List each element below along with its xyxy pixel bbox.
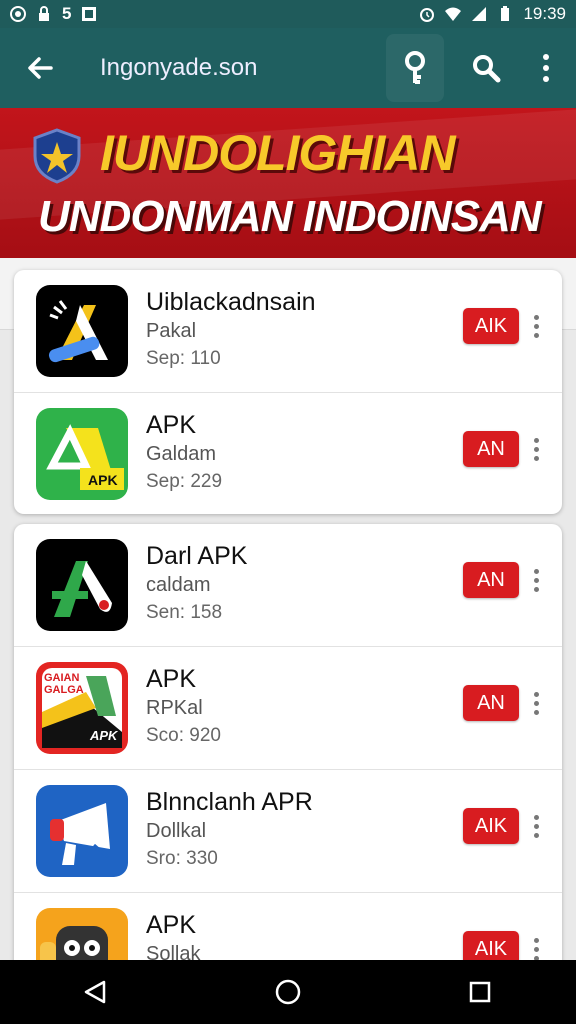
more-options-icon[interactable]	[526, 562, 546, 598]
list-item[interactable]: GAIAN GALGA APK APK RPKal Sco: 920 AN	[14, 647, 562, 770]
app-bar: Ingonyade.son	[0, 28, 576, 108]
megaphone-icon	[50, 803, 110, 865]
app-developer: Dollkal	[146, 820, 207, 842]
download-button[interactable]: AIK	[463, 308, 519, 344]
app-list-card-2: Darl APK caldam Sen: 158 AN GAIAN GALGA …	[14, 524, 562, 984]
app-developer: Galdam	[146, 443, 217, 465]
icon-text: GALGA	[44, 684, 84, 696]
key-button[interactable]	[386, 34, 444, 102]
whatsapp-icon	[10, 6, 26, 22]
lock-icon	[39, 6, 49, 21]
pen-ruler-icon	[48, 300, 108, 363]
app-icon	[36, 539, 128, 631]
app-list-card-1: Uiblackadnsain Pakal Sep: 110 AIK APK AP…	[14, 270, 562, 514]
more-options-icon[interactable]	[526, 808, 546, 844]
signal-icon	[472, 7, 487, 21]
notification-icon	[82, 7, 97, 21]
app-size: Sep: 110	[146, 348, 221, 369]
app-developer: RPKal	[146, 697, 203, 719]
more-options-icon[interactable]	[526, 685, 546, 721]
status-time: 19:39	[523, 4, 566, 23]
banner-subtitle: UNDONMAN INDOINSAN	[38, 192, 542, 241]
list-item[interactable]: Darl APK caldam Sen: 158 AN	[14, 524, 562, 647]
download-button[interactable]: AIK	[463, 808, 519, 844]
app-name: Uiblackadnsain	[146, 288, 316, 316]
app-name: APK	[146, 665, 197, 693]
download-button[interactable]: AN	[463, 685, 519, 721]
search-button[interactable]	[456, 28, 516, 108]
alarm-icon	[420, 8, 435, 22]
url-title[interactable]: Ingonyade.son	[80, 54, 386, 82]
more-vert-icon	[543, 54, 549, 82]
list-item[interactable]: Uiblackadnsain Pakal Sep: 110 AIK	[14, 270, 562, 393]
battery-icon	[501, 6, 510, 21]
app-size: Sco: 920	[146, 725, 221, 746]
system-nav-bar	[0, 960, 576, 1024]
download-button[interactable]: AN	[463, 562, 519, 598]
square-recents-icon	[469, 981, 491, 1003]
five-icon: 5	[62, 4, 72, 23]
key-icon	[405, 51, 425, 84]
nav-recents-button[interactable]	[450, 962, 510, 1022]
wifi-icon	[445, 7, 462, 21]
app-size: Sep: 229	[146, 471, 223, 492]
nav-back-button[interactable]	[66, 962, 126, 1022]
back-arrow-icon	[28, 57, 53, 79]
nav-home-button[interactable]	[258, 962, 318, 1022]
banner-title: IUNDOLIGHIAN	[100, 125, 456, 181]
app-icon	[36, 285, 128, 377]
app-name: APK	[146, 411, 197, 439]
app-icon	[36, 785, 128, 877]
list-item[interactable]: APK APK Galdam Sep: 229 AN	[14, 393, 562, 514]
app-name: APK	[146, 911, 197, 939]
triangle-back-icon	[84, 980, 106, 1004]
shield-icon	[33, 128, 81, 184]
app-developer: caldam	[146, 574, 211, 596]
a-letter-icon	[52, 561, 112, 617]
banner[interactable]: IUNDOLIGHIAN UNDONMAN INDOINSAN	[0, 108, 576, 258]
list-item[interactable]: Blnnclanh APR Dollkal Sro: 330 AIK	[14, 770, 562, 893]
download-button[interactable]: AN	[463, 431, 519, 467]
app-name: Blnnclanh APR	[146, 788, 313, 816]
more-options-icon[interactable]	[526, 431, 546, 467]
circle-home-icon	[275, 979, 301, 1005]
back-button[interactable]	[0, 28, 80, 108]
more-options-icon[interactable]	[526, 308, 546, 344]
app-icon: APK	[36, 408, 128, 500]
status-bar: 5 19:39	[0, 0, 576, 28]
more-button[interactable]	[516, 28, 576, 108]
icon-badge: APK	[90, 728, 118, 743]
search-icon	[473, 55, 501, 83]
app-developer: Pakal	[146, 320, 197, 342]
icon-text: GAIAN	[44, 672, 80, 684]
app-size: Sen: 158	[146, 602, 223, 623]
app-size: Sro: 330	[146, 848, 218, 869]
app-name: Darl APK	[146, 542, 248, 570]
icon-badge: APK	[88, 472, 118, 488]
app-icon: GAIAN GALGA APK	[36, 662, 128, 754]
